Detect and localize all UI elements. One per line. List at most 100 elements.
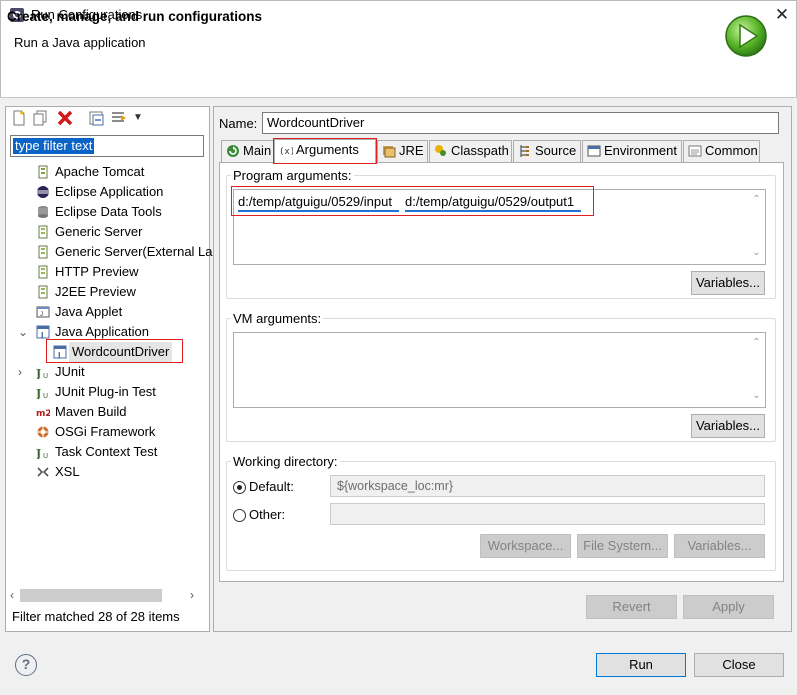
tree-item-label: Maven Build [55, 404, 127, 419]
tree-item-label: J2EE Preview [55, 284, 136, 299]
program-variables-button[interactable]: Variables... [691, 271, 765, 295]
tree-item-label: Generic Server [55, 224, 143, 239]
tree-item[interactable]: J2EE Preview [10, 282, 204, 302]
tab-source[interactable]: Source [513, 140, 581, 162]
tab-classpath[interactable]: Classpath [429, 140, 512, 162]
revert-button[interactable]: Revert [586, 595, 677, 619]
tree-item-label: OSGi Framework [55, 424, 156, 439]
server-icon [36, 265, 50, 279]
run-button[interactable]: Run [596, 653, 686, 677]
database-icon [36, 205, 50, 219]
tree-item-label: Apache Tomcat [55, 164, 145, 179]
common-tab-icon [688, 144, 702, 158]
default-label: Default: [249, 479, 294, 494]
other-radio[interactable] [233, 509, 246, 522]
expanded-chevron-icon[interactable]: ⌄ [18, 322, 28, 342]
vm-variables-button[interactable]: Variables... [691, 414, 765, 438]
close-button[interactable]: Close [694, 653, 784, 677]
tree-item[interactable]: Eclipse Application [10, 182, 204, 202]
tab-jre[interactable]: JRE [377, 140, 428, 162]
tab-main[interactable]: Main [221, 140, 274, 162]
scroll-right-icon[interactable]: › [190, 587, 202, 604]
tree-item-label: XSL [55, 464, 80, 479]
tree-item-label: JUnit Plug-in Test [55, 384, 156, 399]
tree-item[interactable]: J U Task Context Test [10, 442, 204, 462]
java-app-icon: J [36, 325, 50, 339]
collapse-all-icon[interactable] [88, 109, 106, 127]
name-input[interactable]: WordcountDriver [262, 112, 779, 134]
svg-text:m2: m2 [36, 409, 50, 419]
environment-tab-icon [587, 144, 601, 158]
applet-icon: J [36, 305, 50, 319]
tab-environment[interactable]: Environment [582, 140, 682, 162]
header-divider [0, 97, 797, 98]
tab-label: JRE [399, 143, 424, 158]
view-menu-chevron-down-icon[interactable]: ▼ [133, 109, 151, 127]
header-subtitle: Run a Java application [14, 35, 146, 50]
help-icon[interactable]: ? [15, 654, 37, 676]
vm-arguments-scrollbar[interactable]: ⌃ ⌄ [748, 334, 765, 406]
filter-placeholder: type filter text [13, 138, 95, 154]
filter-configurations-icon[interactable] [110, 109, 128, 127]
tree-item[interactable]: m2 Maven Build [10, 402, 204, 422]
tree-item[interactable]: Eclipse Data Tools [10, 202, 204, 222]
svg-text:J: J [36, 387, 41, 399]
duplicate-icon[interactable] [32, 109, 50, 127]
program-arguments-scrollbar[interactable]: ⌃ ⌄ [748, 191, 765, 263]
tree-item-label: Generic Server(External La [55, 244, 213, 259]
svg-text:J: J [36, 447, 41, 459]
tree-item[interactable]: XSL [10, 462, 204, 482]
working-variables-button[interactable]: Variables... [674, 534, 765, 558]
tree-item[interactable]: Generic Server [10, 222, 204, 242]
tab-label: Main [243, 143, 272, 158]
svg-text:U: U [43, 372, 48, 379]
tree-item[interactable]: Apache Tomcat [10, 162, 204, 182]
file-system-button[interactable]: File System... [577, 534, 668, 558]
collapsed-chevron-icon[interactable]: › [18, 362, 22, 382]
arguments-highlight-box [231, 186, 594, 216]
vm-arguments-textarea[interactable] [233, 332, 766, 408]
filter-status: Filter matched 28 of 28 items [12, 609, 180, 624]
junit-icon: JU [35, 445, 50, 460]
tab-label: Classpath [451, 143, 509, 158]
svg-text:J: J [36, 367, 41, 379]
tree-item[interactable]: HTTP Preview [10, 262, 204, 282]
default-radio[interactable] [233, 481, 246, 494]
tree-item[interactable]: J U JUnit Plug-in Test [10, 382, 204, 402]
server-icon [36, 225, 50, 239]
close-window-icon[interactable]: ✕ [771, 4, 793, 26]
junit-icon: JU [35, 385, 50, 400]
svg-text:J: J [40, 331, 44, 339]
tree-item-label: JUnit [55, 364, 85, 379]
run-icon [725, 15, 767, 57]
tree-item-label: Java Applet [55, 304, 123, 319]
default-directory-field: ${workspace_loc:mr} [330, 475, 765, 497]
svg-text:U: U [43, 452, 48, 459]
main-tab-icon [226, 144, 240, 158]
tree-child-item[interactable]: J WordcountDriver [10, 339, 204, 363]
delete-icon[interactable] [56, 109, 74, 127]
source-tab-icon [518, 144, 532, 158]
other-directory-field [330, 503, 765, 525]
svg-text:J: J [40, 312, 43, 318]
tab-label: Source [535, 143, 577, 158]
selection-highlight-box [46, 339, 183, 363]
program-arguments-title: Program arguments: [231, 168, 354, 183]
tab-label: Common [705, 143, 758, 158]
scrollbar-thumb[interactable] [20, 589, 162, 602]
workspace-button[interactable]: Workspace... [480, 534, 571, 558]
tab-common[interactable]: Common [683, 140, 760, 162]
tree-item-label: Eclipse Data Tools [55, 204, 162, 219]
tree-item[interactable]: OSGi Framework [10, 422, 204, 442]
tab-arguments[interactable]: (x)=Arguments [273, 138, 377, 164]
tree-item[interactable]: Generic Server(External La [10, 242, 213, 262]
svg-text:U: U [43, 392, 48, 399]
tree-item-label: HTTP Preview [55, 264, 139, 279]
apply-button[interactable]: Apply [683, 595, 774, 619]
new-configuration-icon[interactable] [10, 109, 28, 127]
other-label: Other: [249, 507, 286, 522]
tree-item[interactable]: › J U JUnit [10, 362, 204, 382]
tree-item-label: Task Context Test [55, 444, 158, 459]
tree-item[interactable]: J Java Applet [10, 302, 204, 322]
eclipse-icon [36, 185, 50, 199]
